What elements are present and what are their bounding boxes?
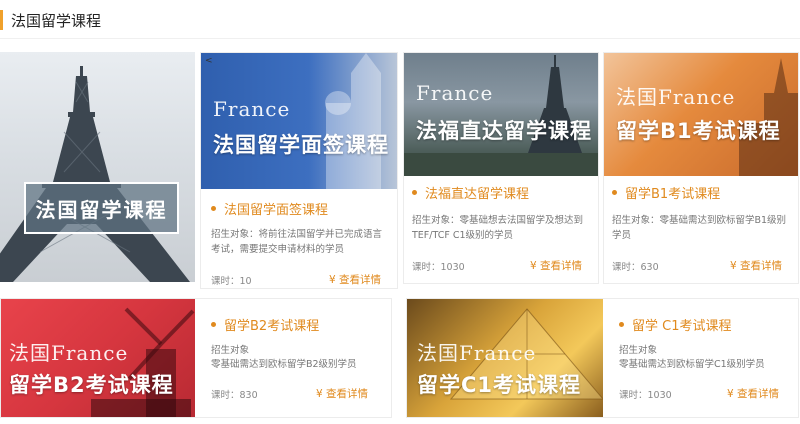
course-thumbnail[interactable]: 法国France 留学B1考试课程 bbox=[604, 53, 798, 176]
course-title[interactable]: 留学B1考试课程 bbox=[612, 183, 720, 202]
course-hours: 课时：10 bbox=[211, 276, 252, 287]
bullet-icon bbox=[412, 190, 417, 195]
course-desc: 招生对象：零基础需达到欧标留学B1级别学员 bbox=[612, 215, 787, 241]
thumb-word: 法国France bbox=[417, 341, 537, 365]
hero-banner[interactable]: 法国留学课程 bbox=[0, 52, 195, 282]
course-title-text: 法国留学面签课程 bbox=[224, 203, 329, 218]
view-details-link[interactable]: ¥ 查看详情 bbox=[727, 386, 779, 401]
course-title-text: 留学B1考试课程 bbox=[625, 187, 721, 202]
course-title[interactable]: 留学 C1考试课程 bbox=[619, 315, 731, 334]
course-title-text: 留学B2考试课程 bbox=[224, 319, 320, 334]
course-thumbnail[interactable]: France 法福直达留学课程 bbox=[404, 53, 598, 176]
eiffel-tower-image bbox=[0, 66, 190, 282]
course-title[interactable]: 法福直达留学课程 bbox=[412, 183, 529, 202]
thumb-title: 留学B1考试课程 bbox=[616, 119, 781, 143]
section-header: 法国留学课程 bbox=[0, 8, 101, 32]
thumb-word: France bbox=[416, 81, 494, 105]
section-title: 法国留学课程 bbox=[11, 11, 102, 30]
course-card-b1[interactable]: 法国France 留学B1考试课程 留学B1考试课程 招生对象：零基础需达到欧标… bbox=[603, 52, 799, 284]
course-desc: 招生对象：零基础想去法国留学及想达到TEF/TCF C1级别的学员 bbox=[412, 215, 584, 241]
course-title-text: 留学 C1考试课程 bbox=[632, 319, 732, 334]
thumb-title: 法国留学面签课程 bbox=[213, 133, 389, 157]
course-hours: 课时：1030 bbox=[619, 390, 672, 401]
course-desc-label: 招生对象 bbox=[619, 345, 658, 356]
course-thumbnail[interactable]: France 法国留学面签课程 bbox=[201, 53, 397, 189]
course-desc: 招生对象：将前往法国留学并已完成语言考试，需要提交申请材料的学员 bbox=[211, 229, 383, 255]
course-desc-label: 招生对象 bbox=[211, 345, 250, 356]
course-hours: 课时：1030 bbox=[412, 262, 465, 273]
course-card-direct[interactable]: France 法福直达留学课程 法福直达留学课程 招生对象：零基础想去法国留学及… bbox=[403, 52, 599, 284]
thumb-word: 法国France bbox=[9, 341, 129, 365]
thumb-word: France bbox=[213, 97, 291, 121]
view-details-link[interactable]: ¥ 查看详情 bbox=[530, 258, 582, 273]
view-details-link[interactable]: ¥ 查看详情 bbox=[316, 386, 368, 401]
bullet-icon bbox=[211, 206, 216, 211]
thumb-title: 留学C1考试课程 bbox=[417, 373, 582, 397]
course-title[interactable]: 法国留学面签课程 bbox=[211, 199, 328, 218]
bullet-icon bbox=[211, 322, 216, 327]
course-title-text: 法福直达留学课程 bbox=[425, 187, 530, 202]
course-desc: 零基础需达到欧标留学C1级别学员 bbox=[619, 359, 765, 370]
hero-title-box: 法国留学课程 bbox=[24, 182, 179, 234]
course-hours: 课时：630 bbox=[612, 262, 659, 273]
course-title[interactable]: 留学B2考试课程 bbox=[211, 315, 319, 334]
thumb-title: 留学B2考试课程 bbox=[9, 373, 174, 397]
prev-arrow[interactable]: < bbox=[205, 56, 213, 66]
thumb-title: 法福直达留学课程 bbox=[416, 119, 592, 143]
course-card-b2[interactable]: 法国France 留学B2考试课程 留学B2考试课程 招生对象 零基础需达到欧标… bbox=[0, 298, 392, 418]
course-hours: 课时：830 bbox=[211, 390, 258, 401]
section-accent-bar bbox=[0, 10, 3, 30]
view-details-link[interactable]: ¥ 查看详情 bbox=[329, 272, 381, 287]
course-card-c1[interactable]: 法国France 留学C1考试课程 留学 C1考试课程 招生对象 零基础需达到欧… bbox=[406, 298, 799, 418]
course-card-visa[interactable]: France 法国留学面签课程 法国留学面签课程 招生对象：将前往法国留学并已完… bbox=[200, 52, 398, 289]
course-thumbnail[interactable]: 法国France 留学B2考试课程 bbox=[1, 299, 195, 417]
thumb-word: 法国France bbox=[616, 85, 736, 109]
bullet-icon bbox=[612, 190, 617, 195]
view-details-link[interactable]: ¥ 查看详情 bbox=[730, 258, 782, 273]
bullet-icon bbox=[619, 322, 624, 327]
course-desc: 零基础需达到欧标留学B2级别学员 bbox=[211, 359, 357, 370]
building-image bbox=[325, 53, 381, 189]
course-thumbnail[interactable]: 法国France 留学C1考试课程 bbox=[407, 299, 603, 417]
hero-title: 法国留学课程 bbox=[35, 197, 168, 222]
header-divider bbox=[0, 38, 800, 39]
